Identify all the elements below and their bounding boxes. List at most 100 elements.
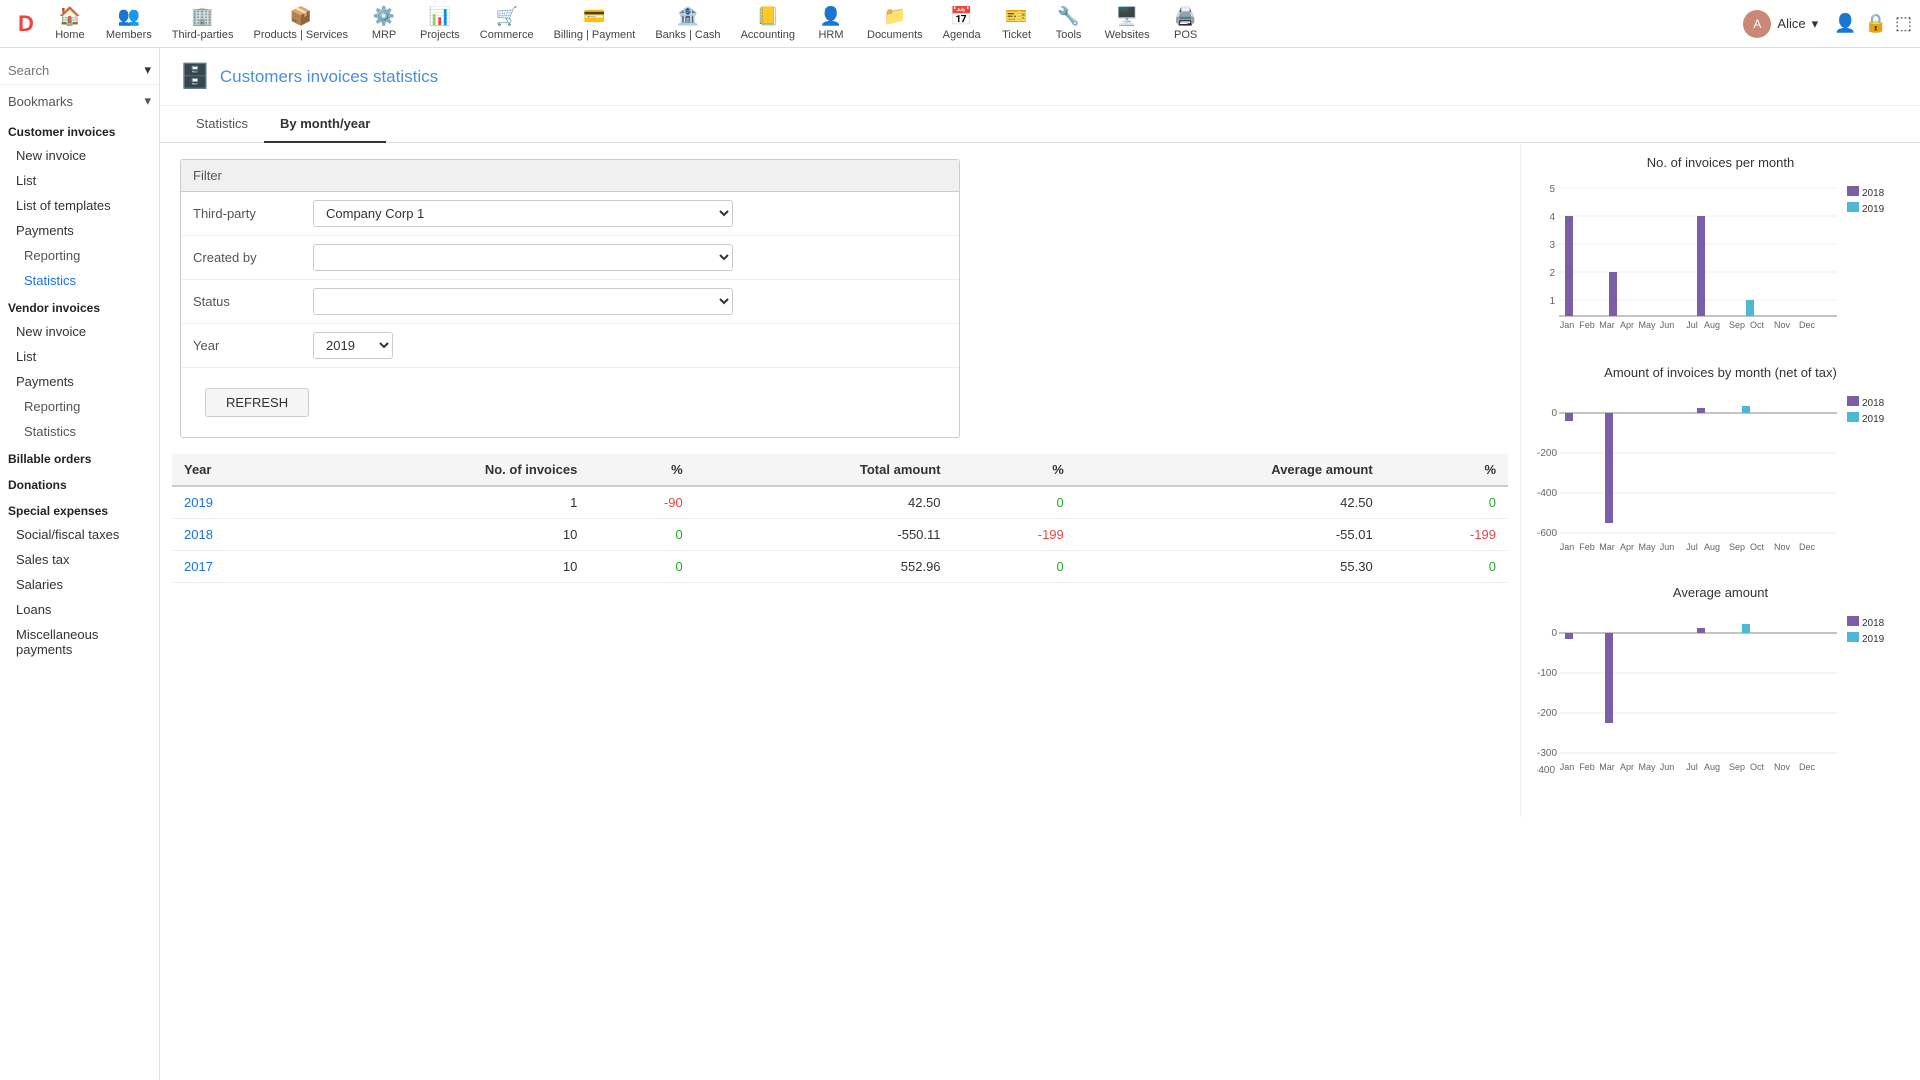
svg-text:Apr: Apr [1620,762,1634,772]
tab-statistics[interactable]: Statistics [180,106,264,143]
logout-icon[interactable]: ⬚ [1895,13,1912,34]
pct1-2019: -90 [664,495,683,510]
members-icon: 👥 [118,6,140,27]
sidebar-item-customer-list-templates[interactable]: List of templates [0,193,159,218]
third-party-select[interactable]: Company Corp 1 [313,200,733,227]
nav-commerce[interactable]: 🛒 Commerce [470,2,544,45]
section-vendor-invoices: Vendor invoices [0,293,159,319]
refresh-button[interactable]: REFRESH [205,388,309,417]
nav-agenda[interactable]: 📅 Agenda [933,2,991,45]
filter-header: Filter [181,160,959,192]
home-icon: 🏠 [59,6,81,27]
nav-tools[interactable]: 🔧 Tools [1043,2,1095,45]
col-pct3: % [1385,454,1508,486]
year-link-2019[interactable]: 2019 [184,495,213,510]
nav-ticket[interactable]: 🎫 Ticket [991,2,1043,45]
year-link-2018[interactable]: 2018 [184,527,213,542]
sidebar-item-loans[interactable]: Loans [0,597,159,622]
tabs-bar: Statistics By month/year [160,106,1920,143]
billing-icon: 💳 [583,6,605,27]
bookmarks[interactable]: Bookmarks ▾ [0,89,159,117]
hrm-icon: 👤 [820,6,842,27]
charts-panel: No. of invoices per month 5 4 3 2 1 [1520,143,1920,817]
nav-projects[interactable]: 📊 Projects [410,2,470,45]
sidebar-item-vendor-reporting[interactable]: Reporting [0,394,159,419]
svg-text:-300: -300 [1537,748,1557,759]
nav-third-parties[interactable]: 🏢 Third-parties [162,2,244,45]
svg-text:Jun: Jun [1660,542,1675,552]
sidebar-item-customer-statistics[interactable]: Statistics [0,268,159,293]
pct3-2018: -199 [1470,527,1496,542]
websites-icon: 🖥️ [1116,6,1138,27]
nav-websites[interactable]: 🖥️ Websites [1095,2,1160,45]
sidebar-item-social-fiscal[interactable]: Social/fiscal taxes [0,522,159,547]
tab-by-month-year[interactable]: By month/year [264,106,386,143]
nav-hrm[interactable]: 👤 HRM [805,2,857,45]
svg-text:Jul: Jul [1686,542,1698,552]
commerce-icon: 🛒 [495,6,517,27]
nav-members[interactable]: 👥 Members [96,2,162,45]
chart1-area: 5 4 3 2 1 [1537,178,1904,341]
chart2-svg: 0 -200 -400 -600 [1537,388,1907,558]
sidebar-item-customer-new-invoice[interactable]: New invoice [0,143,159,168]
settings-icon[interactable]: 🔒 [1865,13,1887,34]
search-input[interactable] [8,63,144,78]
sidebar-item-vendor-list[interactable]: List [0,344,159,369]
nav-billing[interactable]: 💳 Billing | Payment [544,2,646,45]
filter-area: Filter Third-party Company Corp 1 Create… [160,143,980,454]
sidebar-item-customer-reporting[interactable]: Reporting [0,243,159,268]
nav-products-services[interactable]: 📦 Products | Services [243,2,358,45]
status-select[interactable] [313,288,733,315]
svg-text:Nov: Nov [1774,762,1791,772]
svg-text:Jan: Jan [1560,320,1575,330]
mrp-icon: ⚙️ [373,6,395,27]
sidebar-item-vendor-statistics[interactable]: Statistics [0,419,159,444]
sidebar-item-vendor-payments[interactable]: Payments [0,369,159,394]
nav-pos[interactable]: 🖨️ POS [1160,2,1212,45]
svg-text:May: May [1638,542,1656,552]
sidebar-item-vendor-new-invoice[interactable]: New invoice [0,319,159,344]
nav-banks[interactable]: 🏦 Banks | Cash [645,2,730,45]
col-num-invoices: No. of invoices [302,454,589,486]
search-area: ▾ [0,56,159,85]
user-menu[interactable]: A Alice ▾ [1735,6,1826,42]
svg-text:3: 3 [1549,240,1555,251]
sidebar-item-sales-tax[interactable]: Sales tax [0,547,159,572]
sidebar-item-misc-payments[interactable]: Miscellaneous payments [0,622,159,662]
topnav: D 🏠 Home 👥 Members 🏢 Third-parties 📦 Pro… [0,0,1920,48]
svg-text:2019: 2019 [1862,414,1885,425]
created-by-select[interactable] [313,244,733,271]
app-logo[interactable]: D [8,11,44,37]
year-select[interactable]: 2019 2018 2017 [313,332,393,359]
svg-text:Oct: Oct [1750,320,1765,330]
layout: ▾ Bookmarks ▾ Customer invoices New invo… [0,48,1920,1080]
sidebar-item-customer-payments[interactable]: Payments [0,218,159,243]
svg-text:2: 2 [1549,268,1555,279]
svg-text:Feb: Feb [1579,762,1595,772]
num-invoices-2019: 1 [302,486,589,519]
num-invoices-2018: 10 [302,519,589,551]
nav-mrp[interactable]: ⚙️ MRP [358,2,410,45]
total-2017: 552.96 [695,551,953,583]
agenda-icon: 📅 [950,6,972,27]
svg-text:Jan: Jan [1560,542,1575,552]
col-pct1: % [589,454,694,486]
svg-text:-200: -200 [1537,708,1557,719]
svg-text:Jan: Jan [1560,762,1575,772]
svg-text:Jul: Jul [1686,320,1698,330]
search-dropdown-icon[interactable]: ▾ [144,62,151,78]
svg-text:Dec: Dec [1799,542,1816,552]
sidebar-item-customer-list[interactable]: List [0,168,159,193]
nav-accounting[interactable]: 📒 Accounting [731,2,805,45]
bookmarks-dropdown-icon: ▾ [144,93,151,109]
svg-text:Sep: Sep [1729,542,1745,552]
nav-documents[interactable]: 📁 Documents [857,2,933,45]
svg-text:4: 4 [1549,212,1555,223]
products-icon: 📦 [290,6,312,27]
num-invoices-2017: 10 [302,551,589,583]
table-wrapper: Year No. of invoices % Total amount % Av… [160,454,1520,611]
notifications-icon[interactable]: 👤 [1834,13,1856,34]
sidebar-item-salaries[interactable]: Salaries [0,572,159,597]
nav-home[interactable]: 🏠 Home [44,2,96,45]
year-link-2017[interactable]: 2017 [184,559,213,574]
